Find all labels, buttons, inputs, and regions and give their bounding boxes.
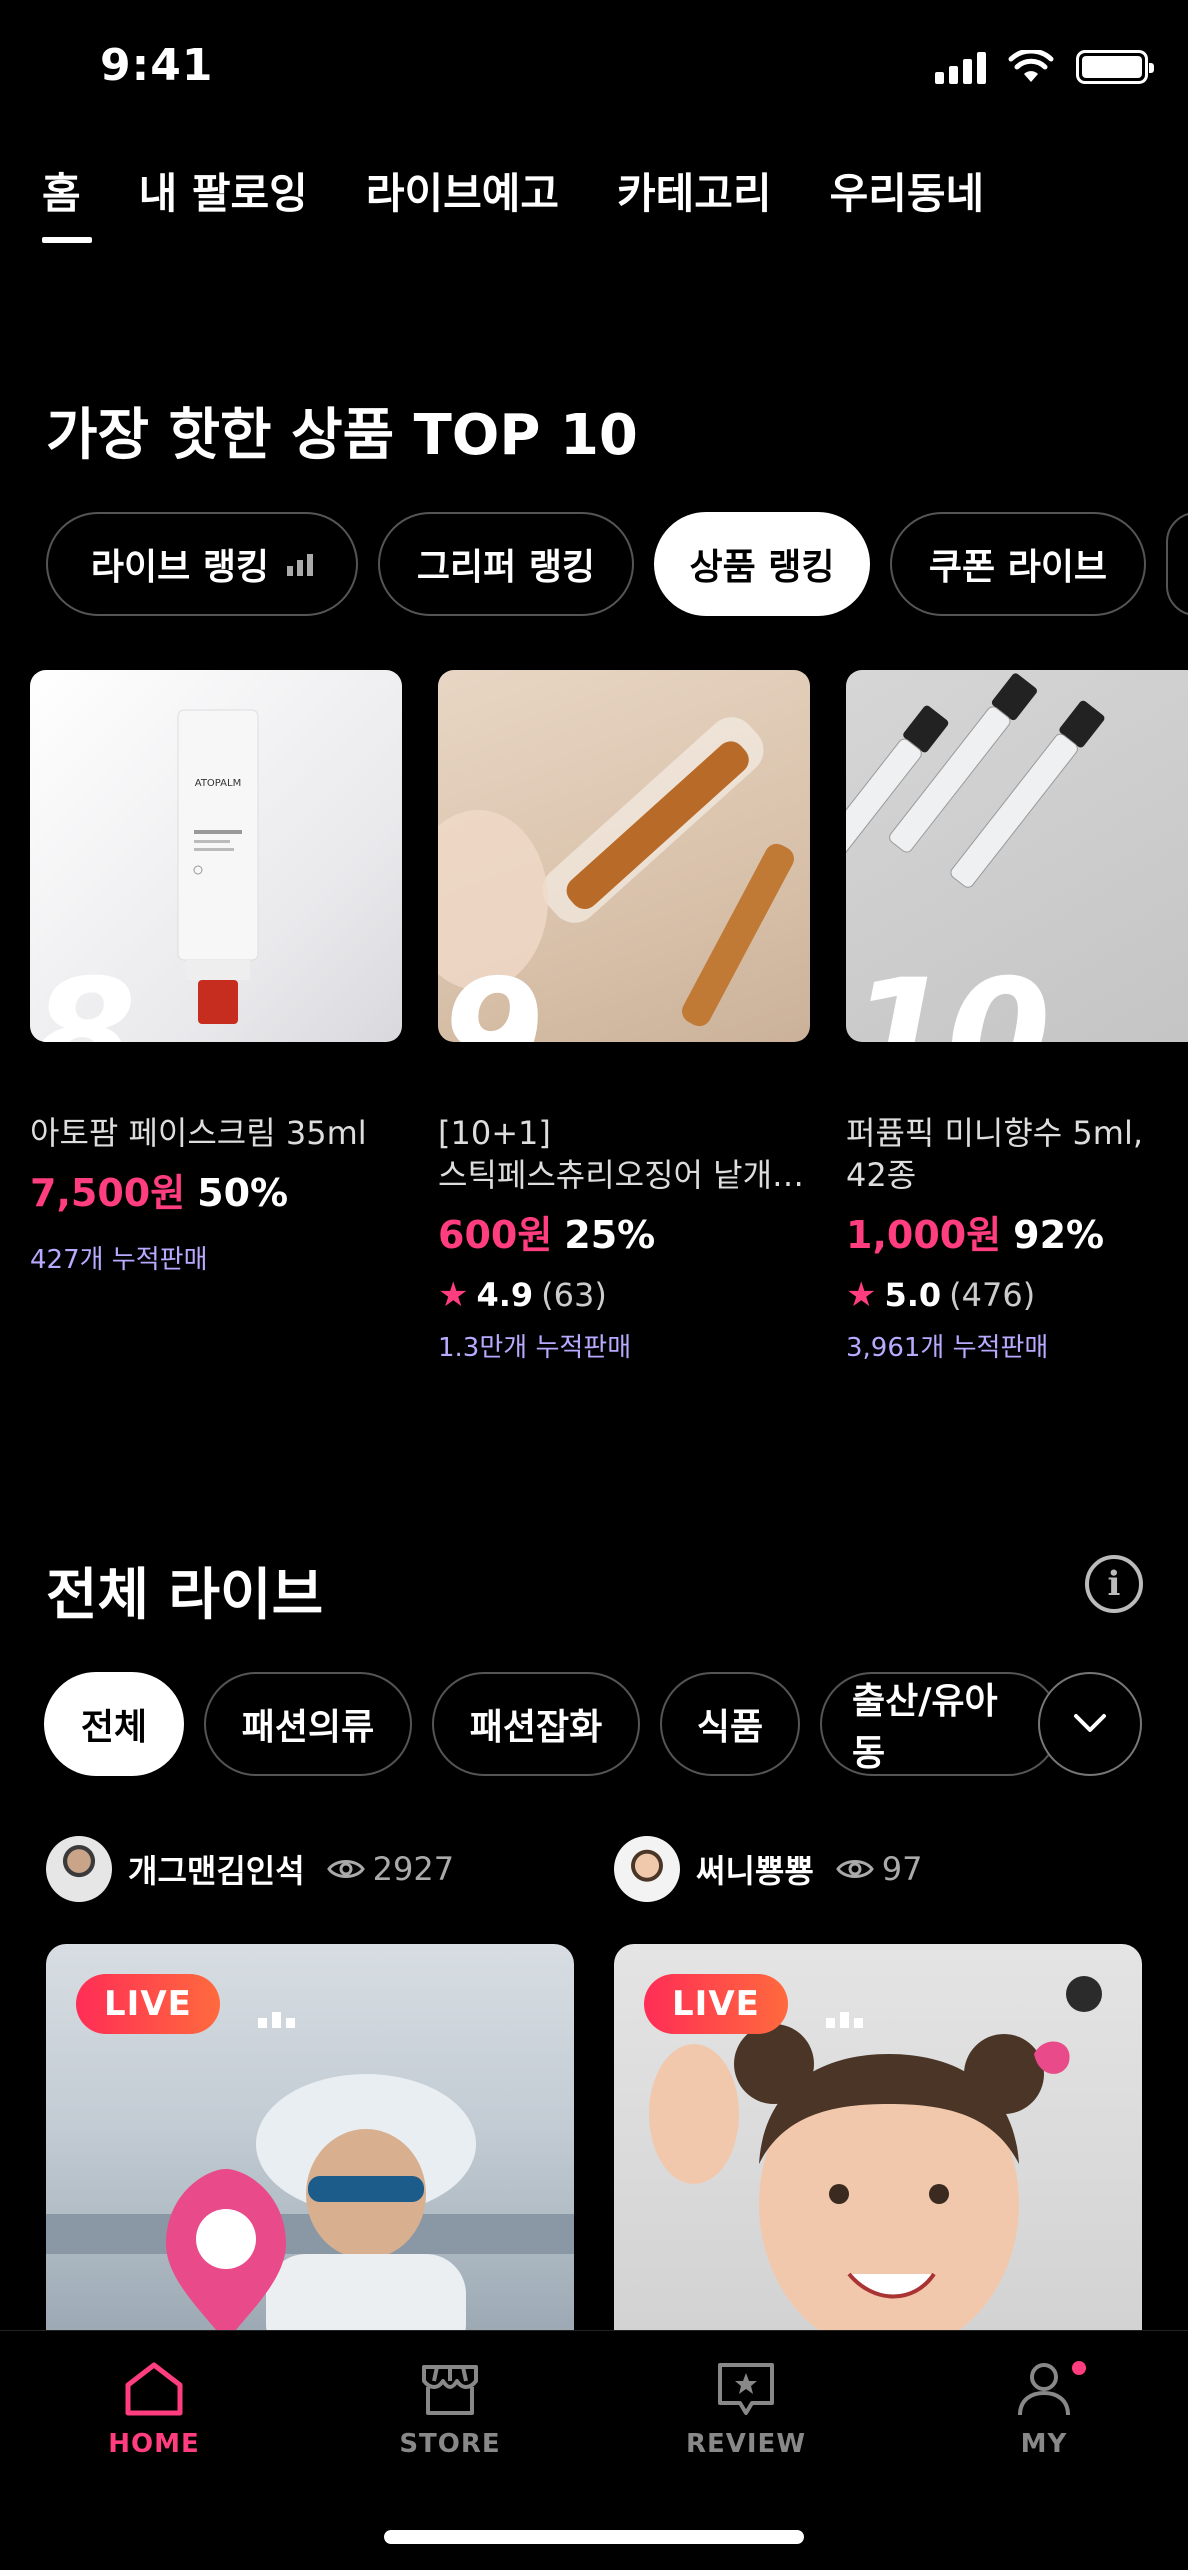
ranking-chip-row: 라이브 랭킹 그리퍼 랭킹 상품 랭킹 쿠폰 라이브 [46,512,1188,616]
home-icon [125,2362,183,2416]
live-category-row: 전체 패션의류 패션잡화 식품 출산/유아동 [44,1672,1074,1776]
rank-number: 9 [440,948,544,1042]
chip-fashion-clothing[interactable]: 패션의류 [204,1672,412,1776]
chip-label: 라이브 랭킹 [90,547,270,588]
product-rating: ★ 4.9 (63) [438,1275,810,1315]
nav-home[interactable]: HOME [54,2359,254,2459]
profile-icon [1018,2363,1070,2416]
live-equalizer-icon [826,2012,863,2028]
rating-score: 5.0 [884,1276,942,1314]
product-name: 아토팜 페이스크림 35ml [30,1114,367,1152]
rank-number: 8 [32,948,136,1042]
sold-count: 427개 누적판매 [30,1245,208,1275]
ranking-title: 가장 핫한 상품 TOP 10 [46,403,638,468]
avatar [46,1836,112,1902]
chip-product-ranking[interactable]: 상품 랭킹 [654,512,870,616]
bottom-navigation: HOME STORE REVIEW MY [0,2330,1188,2570]
chevron-down-icon [1074,1714,1106,1732]
status-time: 9:41 [100,40,214,91]
chip-fashion-accessories[interactable]: 패션잡화 [432,1672,640,1776]
product-brand-text: ATOPALM [195,778,241,789]
price-value: 1,000원 [846,1213,1002,1257]
avatar [614,1836,680,1902]
tab-neighborhood[interactable]: 우리동네 [830,160,985,239]
tab-home[interactable]: 홈 [42,160,92,243]
live-badge: LIVE [76,1974,220,2034]
cellular-signal-icon [935,50,986,84]
review-count: (63) [541,1276,607,1314]
product-image: 10 [846,670,1188,1042]
tab-live-schedule[interactable]: 라이브예고 [366,160,559,239]
nav-label: HOME [108,2429,200,2459]
nav-label: REVIEW [685,2429,807,2459]
viewer-count: 2927 [326,1850,455,1888]
product-card[interactable]: 10 퍼퓸픽 미니향수 5ml, 42종 1,000원 92% ★ 5.0 (47… [846,670,1188,1364]
chip-live-ranking[interactable]: 라이브 랭킹 [46,512,358,616]
nav-label: MY [1020,2429,1068,2459]
streamer-name: 개그맨김인석 [128,1852,305,1890]
price-value: 600원 [438,1213,553,1257]
wifi-icon [1008,50,1054,82]
streamer-header[interactable]: 써니뿅뿅 97 [614,1836,922,1902]
product-name: [10+1] 스틱페스츄리오징어 낱개… [438,1114,805,1194]
home-indicator [384,2530,804,2544]
chip-coupon-live[interactable]: 쿠폰 라이브 [890,512,1146,616]
review-icon [718,2363,774,2415]
product-price: 1,000원 92% [846,1204,1188,1259]
live-section-title: 전체 라이브 [46,1563,324,1628]
eye-icon [835,1860,874,1878]
status-icons [935,50,1154,84]
category-expand-button[interactable] [1038,1672,1142,1776]
status-bar: 9:41 [0,0,1188,140]
price-value: 7,500원 [30,1171,186,1215]
eye-icon [326,1860,365,1878]
live-stream-card[interactable]: LIVE [614,1944,1142,2344]
live-stream-card[interactable]: LIVE [46,1944,574,2344]
chip-kids[interactable]: 출산/유아동 [820,1672,1060,1776]
chip-all[interactable]: 전체 [44,1672,184,1776]
discount-rate: 92% [1013,1213,1105,1257]
product-card[interactable]: ATOPALM 8 아토팜 페이스크림 35ml 7,500원 50% 427개 … [30,670,402,1276]
streamer-header[interactable]: 개그맨김인석 2927 [46,1836,454,1902]
discount-rate: 25% [564,1213,656,1257]
store-icon [422,2365,478,2415]
viewer-number: 2927 [372,1850,455,1888]
streamer-name: 써니뿅뿅 [696,1852,814,1890]
chip-food[interactable]: 식품 [660,1672,800,1776]
chip-partial[interactable] [1166,512,1188,616]
tab-category[interactable]: 카테고리 [617,160,772,239]
notification-dot [1072,2361,1086,2375]
product-name: 퍼퓸픽 미니향수 5ml, 42종 [846,1114,1144,1194]
rank-number: 10 [848,948,1051,1042]
discount-rate: 50% [197,1171,289,1215]
viewer-number: 97 [881,1850,923,1888]
star-icon: ★ [846,1275,877,1315]
viewer-count: 97 [835,1850,923,1888]
battery-icon [1076,50,1154,84]
product-price: 7,500원 50% [30,1162,402,1217]
product-image: 9 [438,670,810,1042]
info-icon[interactable]: i [1085,1555,1143,1613]
tab-following[interactable]: 내 팔로잉 [139,160,308,239]
product-price: 600원 25% [438,1204,810,1259]
nav-label: STORE [399,2429,501,2459]
bar-chart-icon [287,552,314,576]
rating-score: 4.9 [476,1276,534,1314]
sold-count: 1.3만개 누적판매 [438,1333,632,1363]
product-image: ATOPALM 8 [30,670,402,1042]
top-tab-bar: 홈 내 팔로잉 라이브예고 카테고리 우리동네 [42,160,985,243]
nav-store[interactable]: STORE [350,2359,550,2459]
nav-review[interactable]: REVIEW [646,2359,846,2459]
product-ranking-carousel[interactable]: ATOPALM 8 아토팜 페이스크림 35ml 7,500원 50% 427개 … [30,670,1188,1410]
sold-count: 3,961개 누적판매 [846,1333,1049,1363]
nav-my[interactable]: MY [944,2359,1144,2459]
product-card[interactable]: 9 [10+1] 스틱페스츄리오징어 낱개… 600원 25% ★ 4.9 (63… [438,670,810,1364]
star-icon: ★ [438,1275,469,1315]
product-rating: ★ 5.0 (476) [846,1275,1188,1315]
review-count: (476) [949,1276,1036,1314]
chip-gripper-ranking[interactable]: 그리퍼 랭킹 [378,512,634,616]
live-equalizer-icon [258,2012,295,2028]
live-badge: LIVE [644,1974,788,2034]
